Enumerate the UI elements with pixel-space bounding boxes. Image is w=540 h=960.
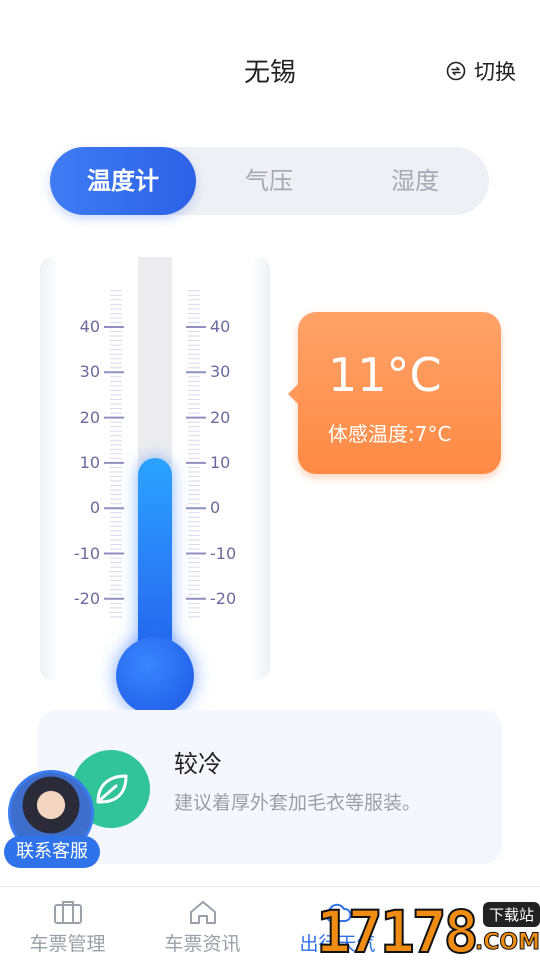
tabbar-ticket-news[interactable]: 车票资讯 <box>135 899 270 956</box>
tip-description: 建议着厚外套加毛衣等服装。 <box>174 792 422 814</box>
tick-label-left: 40 <box>79 317 100 336</box>
watermark-logo: 17178 下载站 .COM <box>315 897 540 960</box>
tick-label-left: -20 <box>73 588 100 608</box>
tick-label-left: 30 <box>79 362 100 382</box>
watermark-digits: 17178 <box>315 897 480 960</box>
suitcase-icon <box>53 901 82 924</box>
temperature-bubble: 11°C 体感温度:7°C <box>288 312 501 474</box>
tick-label-right: 10 <box>210 452 231 472</box>
tick-label-right: 20 <box>210 407 231 427</box>
tick-label-left: -10 <box>73 543 100 563</box>
tabbar-ticket-manage[interactable]: 车票管理 <box>0 899 135 956</box>
tick-label-right: 40 <box>210 317 231 336</box>
tab-humidity[interactable]: 湿度 <box>342 147 488 215</box>
tick-label-right: -20 <box>210 588 237 608</box>
current-temperature: 11°C <box>328 348 442 402</box>
mode-tabs: 温度计 气压 湿度 <box>50 147 489 215</box>
switch-city-button[interactable]: 切换 <box>446 56 516 86</box>
tabbar-label: 车票管理 <box>29 933 106 955</box>
tip-title: 较冷 <box>174 750 222 778</box>
feels-like-temperature: 体感温度:7°C <box>328 422 452 446</box>
thermometer: 40 40 30 30 20 20 10 10 0 0 -10 -10 -20 -20 <box>40 257 270 715</box>
header: 无锡 切换 <box>0 0 540 140</box>
tick-label-right: 0 <box>210 498 221 518</box>
switch-label: 切换 <box>474 60 516 84</box>
thermometer-bulb <box>116 637 194 715</box>
tab-thermometer[interactable]: 温度计 <box>50 147 196 215</box>
tick-label-left: 10 <box>79 452 100 472</box>
watermark-domain: .COM <box>474 930 540 956</box>
tick-label-right: -10 <box>210 543 237 563</box>
watermark-badge: 下载站 <box>482 902 540 927</box>
service-label: 联系客服 <box>4 836 100 868</box>
tick-label-left: 20 <box>79 407 100 427</box>
tabbar-label: 车票资讯 <box>164 933 241 955</box>
tab-pressure[interactable]: 气压 <box>196 147 342 215</box>
home-icon <box>189 901 216 924</box>
tick-label-right: 30 <box>210 362 231 382</box>
tick-label-left: 0 <box>89 498 100 518</box>
switch-icon <box>446 61 466 81</box>
contact-service-button[interactable]: 联系客服 <box>4 770 100 870</box>
